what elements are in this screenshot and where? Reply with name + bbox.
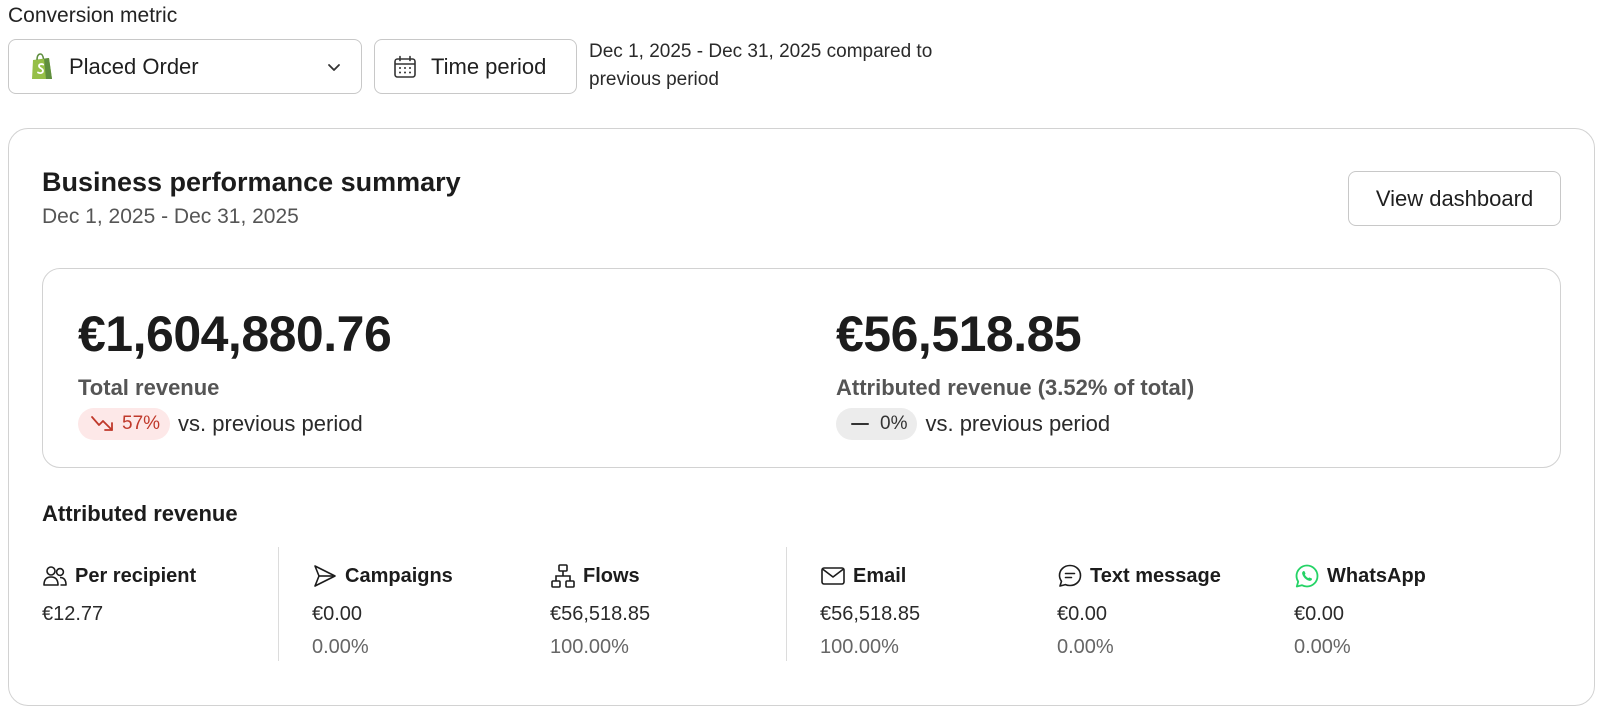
total-revenue-change: 57% vs. previous period — [78, 408, 391, 440]
column-percent: 100.00% — [820, 636, 899, 658]
column-percent: 100.00% — [550, 636, 629, 658]
column-value: €0.00 — [1057, 603, 1108, 625]
time-period-button[interactable]: Time period — [374, 39, 577, 94]
time-period-label: Time period — [431, 53, 547, 79]
change-percent: 0% — [880, 413, 908, 434]
column-value: €12.77 — [42, 603, 104, 625]
change-percent: 57% — [122, 413, 161, 434]
column-label: Email — [853, 564, 907, 587]
column-percent: 0.00% — [312, 636, 369, 658]
campaigns-column: Campaigns €0.00 0.00% — [312, 561, 453, 659]
email-column: Email €56,518.85 100.00% — [820, 561, 920, 659]
selected-metric: Placed Order — [69, 53, 199, 79]
conversion-metric-label: Conversion metric — [8, 4, 178, 27]
total-revenue-value: €1,604,880.76 — [78, 306, 392, 362]
attributed-revenue-label: Attributed revenue (3.52% of total) — [836, 375, 1195, 400]
chevron-down-icon — [325, 58, 343, 76]
card-date-range: Dec 1, 2025 - Dec 31, 2025 — [42, 205, 299, 228]
column-label: WhatsApp — [1327, 564, 1426, 587]
minus-icon — [848, 414, 874, 434]
card-title: Business performance summary — [42, 167, 461, 197]
column-divider — [278, 547, 279, 661]
comparison-text: vs. previous period — [925, 411, 1111, 436]
business-performance-card: Business performance summary Dec 1, 2025… — [8, 128, 1595, 706]
revenue-summary: €1,604,880.76 Total revenue 57% vs. prev… — [42, 268, 1561, 468]
column-percent: 0.00% — [1294, 636, 1351, 658]
column-label: Flows — [583, 564, 640, 587]
total-revenue-label: Total revenue — [78, 375, 220, 400]
column-value: €0.00 — [312, 603, 363, 625]
whatsapp-icon — [1294, 563, 1320, 589]
column-value: €0.00 — [1294, 603, 1345, 625]
view-dashboard-button[interactable]: View dashboard — [1348, 171, 1561, 226]
period-description: Dec 1, 2025 - Dec 31, 2025 compared to p… — [589, 41, 933, 90]
attributed-revenue-value: €56,518.85 — [836, 306, 1082, 362]
conversion-metric-select[interactable]: Placed Order — [8, 39, 362, 94]
total-revenue-stat: €1,604,880.76 Total revenue 57% vs. prev… — [78, 305, 392, 440]
column-label: Text message — [1090, 564, 1221, 587]
column-value: €56,518.85 — [550, 603, 651, 625]
flows-column: Flows €56,518.85 100.00% — [550, 561, 650, 659]
attributed-revenue-stat: €56,518.85 Attributed revenue (3.52% of … — [836, 305, 1194, 440]
calendar-icon — [393, 55, 417, 79]
shopify-bag-icon — [29, 52, 55, 81]
attributed-revenue-breakdown: Per recipient €12.77 Campaigns €0.00 0.0… — [42, 547, 1561, 671]
users-icon — [42, 563, 68, 589]
whatsapp-column: WhatsApp €0.00 0.00% — [1294, 561, 1426, 659]
trending-down-icon — [90, 414, 116, 434]
column-label: Campaigns — [345, 564, 453, 587]
attributed-revenue-change: 0% vs. previous period — [836, 408, 1194, 440]
text-message-column: Text message €0.00 0.00% — [1057, 561, 1221, 659]
flow-icon — [550, 563, 576, 589]
send-icon — [312, 563, 338, 589]
chat-icon — [1057, 563, 1083, 589]
column-label: Per recipient — [75, 564, 197, 587]
change-badge-flat: 0% — [836, 408, 918, 440]
attributed-revenue-title: Attributed revenue — [42, 501, 238, 526]
per-recipient-column: Per recipient €12.77 — [42, 561, 196, 626]
mail-icon — [820, 563, 846, 589]
column-value: €56,518.85 — [820, 603, 921, 625]
change-badge-down: 57% — [78, 408, 171, 440]
comparison-text: vs. previous period — [178, 411, 363, 436]
column-divider — [786, 547, 787, 661]
page: Conversion metric Placed Order Time peri… — [0, 0, 1600, 716]
column-percent: 0.00% — [1057, 636, 1114, 658]
